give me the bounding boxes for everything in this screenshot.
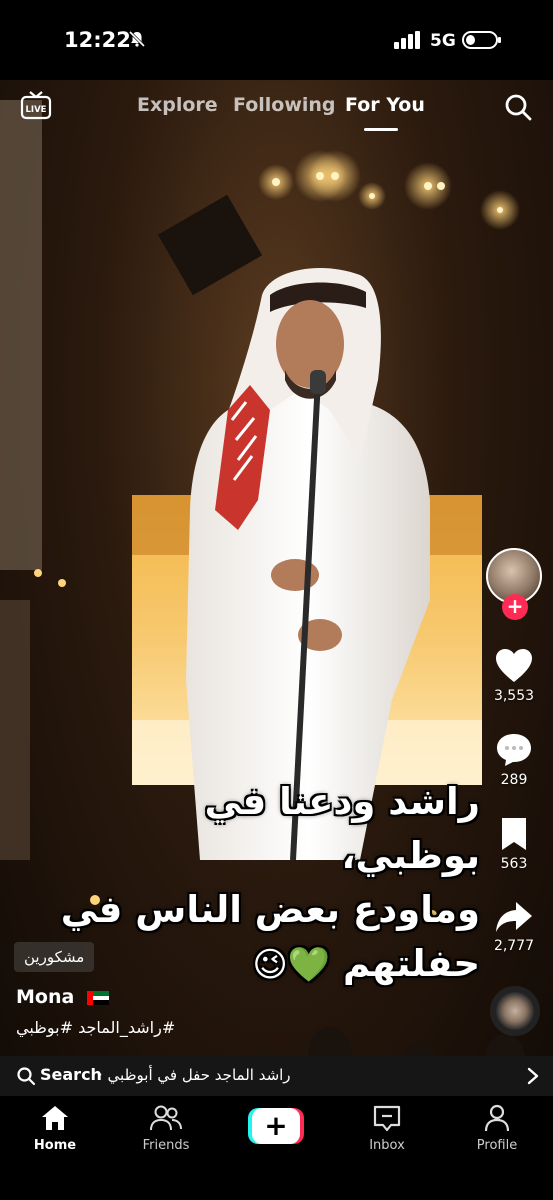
comment-button[interactable]: 289: [484, 732, 544, 788]
caption-line-3: حفلتهم: [343, 942, 480, 985]
nav-friends[interactable]: Friends: [126, 1104, 206, 1153]
profile-icon: [484, 1104, 510, 1132]
post-hashtags[interactable]: #راشد_الماجد #بوظبي: [16, 1018, 175, 1037]
save-count: 563: [500, 856, 528, 872]
music-disc-icon[interactable]: [490, 986, 540, 1036]
creator-username[interactable]: Mona: [16, 986, 109, 1008]
inbox-icon: [373, 1105, 401, 1132]
nav-profile-label: Profile: [476, 1138, 518, 1153]
status-bar: 12:22 5G: [0, 0, 553, 80]
share-button[interactable]: 2,777: [484, 900, 544, 954]
active-tab-indicator: [364, 128, 398, 131]
signal-icon: [394, 31, 420, 49]
bookmark-icon: [502, 818, 526, 850]
related-search-bar[interactable]: Search · راشد الماجد حفل في أبوظبي: [0, 1056, 553, 1096]
tab-following[interactable]: Following: [233, 94, 336, 116]
uae-flag-icon: [86, 990, 109, 1005]
video-caption-overlay: راشد ودعنا في بوظبي، وماودع بعض الناس في…: [60, 775, 480, 992]
nav-friends-label: Friends: [142, 1138, 190, 1153]
nav-home[interactable]: Home: [15, 1104, 95, 1153]
share-count: 2,777: [493, 938, 535, 954]
mute-bell-icon: [128, 30, 146, 48]
search-label: Search: [40, 1065, 102, 1084]
search-suggestion: · راشد الماجد حفل في أبوظبي: [98, 1066, 291, 1084]
like-count: 3,553: [493, 688, 535, 704]
caption-emojis: 💚😉: [252, 945, 331, 985]
nav-home-label: Home: [33, 1138, 77, 1153]
chevron-right-icon: [527, 1067, 539, 1085]
nav-inbox-label: Inbox: [369, 1138, 405, 1153]
live-label: LIVE: [26, 105, 47, 115]
comment-icon: [497, 734, 531, 766]
caption-line-1: راشد ودعنا في بوظبي،: [204, 780, 480, 877]
search-icon[interactable]: [503, 92, 533, 122]
battery-icon: [462, 31, 501, 49]
comment-count: 289: [500, 772, 528, 788]
friends-icon: [150, 1105, 182, 1131]
like-button[interactable]: 3,553: [484, 648, 544, 704]
nav-inbox[interactable]: Inbox: [347, 1104, 427, 1153]
search-icon: [17, 1067, 36, 1086]
nav-profile[interactable]: Profile: [457, 1104, 537, 1153]
tab-explore[interactable]: Explore: [137, 94, 218, 116]
share-arrow-icon: [496, 902, 532, 932]
tab-for-you[interactable]: For You: [345, 94, 425, 116]
save-button[interactable]: 563: [484, 816, 544, 872]
status-time: 12:22: [64, 28, 131, 52]
follow-plus-icon[interactable]: +: [502, 594, 528, 620]
heart-icon: [496, 649, 532, 682]
home-icon: [42, 1106, 68, 1130]
create-post-button[interactable]: +: [248, 1108, 304, 1144]
network-type: 5G: [430, 31, 456, 51]
sticker-tag[interactable]: مشكورين: [14, 942, 95, 972]
bottom-nav: Home Friends + Inbox Profile: [0, 1096, 553, 1200]
caption-line-2: وماودع بعض الناس في: [60, 888, 480, 931]
plus-icon: +: [252, 1108, 300, 1144]
username-text: Mona: [16, 986, 75, 1008]
live-tv-icon[interactable]: LIVE: [20, 90, 52, 122]
top-nav: LIVE Explore Following For You: [0, 80, 553, 140]
